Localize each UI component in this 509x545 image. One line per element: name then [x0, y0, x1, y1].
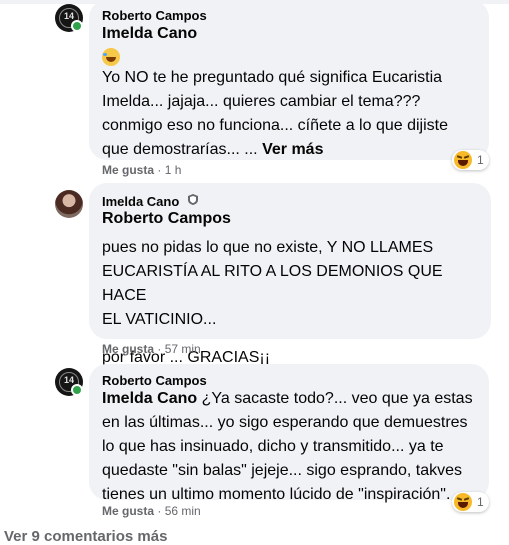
comment-mention[interactable]: Imelda Cano	[102, 390, 197, 407]
comment-actions: Me gusta · 56 min	[102, 504, 201, 518]
comment-text: Imelda Cano ¿Ya sacaste todo?... veo que…	[102, 390, 473, 503]
reaction-count: 1	[477, 153, 484, 167]
view-more-comments-link[interactable]: Ver 9 comentarios más	[4, 528, 167, 545]
haha-reaction-icon	[454, 493, 472, 511]
comment-actions: Me gusta · 57 min	[102, 342, 201, 356]
comment-actions: Me gusta · 1 h	[102, 163, 181, 177]
comment-author[interactable]: Imelda Cano	[102, 194, 179, 209]
like-button[interactable]: Me gusta	[102, 504, 154, 518]
online-status-dot	[71, 20, 83, 32]
comment-text: Yo NO te he preguntado qué significa Euc…	[102, 69, 448, 158]
comment-timestamp[interactable]: · 1 h	[157, 163, 181, 177]
online-status-dot	[71, 384, 83, 396]
comment-timestamp[interactable]: · 56 min	[157, 504, 200, 518]
comment-timestamp[interactable]: · 57 min	[157, 342, 200, 356]
shield-badge-icon	[188, 194, 198, 205]
comment-mention[interactable]: Roberto Campos	[102, 210, 231, 228]
comment-author[interactable]: Roberto Campos	[102, 8, 207, 23]
like-button[interactable]: Me gusta	[102, 163, 154, 177]
reaction-summary[interactable]: 1	[452, 492, 489, 512]
reaction-count: 1	[477, 495, 484, 509]
see-more-link[interactable]: Ver más	[262, 141, 323, 158]
haha-reaction-icon	[454, 151, 472, 169]
comment-mention[interactable]: Imelda Cano	[102, 25, 197, 43]
avatar[interactable]	[55, 190, 83, 218]
reaction-summary[interactable]: 1	[452, 150, 489, 170]
comment-author[interactable]: Roberto Campos	[102, 373, 207, 388]
laughing-emoji-icon	[102, 48, 120, 66]
like-button[interactable]: Me gusta	[102, 342, 154, 356]
